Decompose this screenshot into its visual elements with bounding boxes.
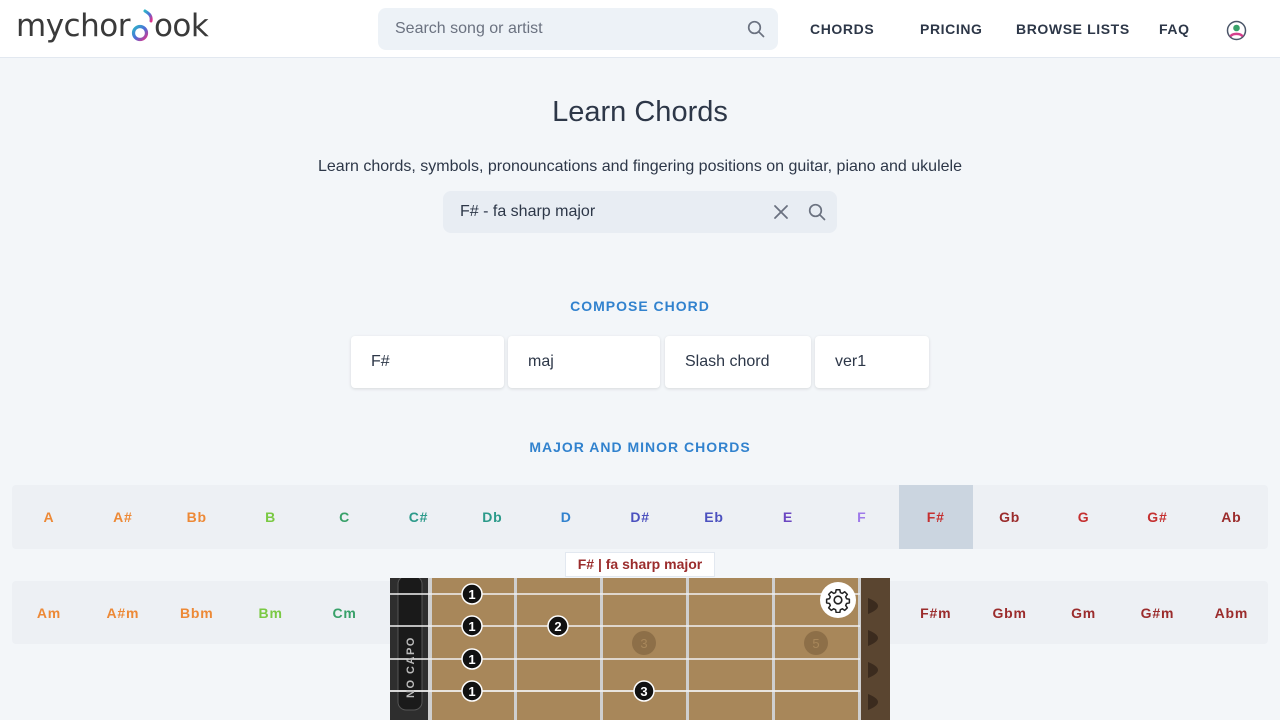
page-subtitle: Learn chords, symbols, pronouncations an…	[318, 158, 962, 175]
svg-text:3: 3	[640, 684, 647, 699]
chord-search-input[interactable]	[443, 191, 763, 233]
nav-browse-lists[interactable]: BROWSE LISTS	[1016, 21, 1130, 37]
chord-diagram: 3 5 NO CAPO 1 1 1 1 2 3	[390, 575, 890, 720]
top-search-input[interactable]	[378, 8, 738, 50]
chord-e[interactable]: E	[751, 485, 825, 549]
search-icon[interactable]	[746, 19, 766, 39]
chord-am[interactable]: Am	[12, 581, 86, 644]
chord-c[interactable]: C	[308, 485, 382, 549]
chord-search	[443, 191, 837, 233]
chord-eb[interactable]: Eb	[677, 485, 751, 549]
chord-a-sharp[interactable]: A#	[86, 485, 160, 549]
major-chords-row: A A# Bb B C C# Db D D# Eb E F F# Gb G G# Ab	[12, 485, 1268, 549]
svg-text:5: 5	[812, 636, 819, 651]
chord-ab[interactable]: Ab	[1194, 485, 1268, 549]
chord-abm[interactable]: Abm	[1194, 581, 1268, 644]
finger-dot: 2	[547, 615, 569, 637]
gear-icon[interactable]	[820, 582, 856, 618]
close-icon[interactable]	[772, 203, 790, 221]
top-search	[378, 8, 778, 50]
chord-cm[interactable]: Cm	[308, 581, 382, 644]
chord-db[interactable]: Db	[455, 485, 529, 549]
logo[interactable]: mychor ook	[16, 8, 209, 44]
svg-text:1: 1	[468, 652, 475, 667]
chord-g-sharp[interactable]: G#	[1121, 485, 1195, 549]
svg-text:1: 1	[468, 587, 475, 602]
nav-faq[interactable]: FAQ	[1159, 21, 1190, 37]
fret-marker-5: 5	[804, 631, 828, 655]
svg-text:2: 2	[554, 619, 561, 634]
slash-chord-select[interactable]: Slash chord	[665, 336, 811, 388]
chord-bm[interactable]: Bm	[234, 581, 308, 644]
finger-dot: 3	[633, 680, 655, 702]
chord-quality-select[interactable]: maj	[508, 336, 660, 388]
chord-d[interactable]: D	[529, 485, 603, 549]
logo-note-icon	[131, 9, 153, 43]
root-note-select[interactable]: F#	[351, 336, 504, 388]
chord-diagram-label: F# | fa sharp major	[565, 552, 715, 577]
chord-g-sharpm[interactable]: G#m	[1121, 581, 1195, 644]
search-icon[interactable]	[807, 202, 827, 222]
chord-f-sharp[interactable]: F#	[898, 485, 973, 549]
chord-bb[interactable]: Bb	[160, 485, 234, 549]
chord-gbm[interactable]: Gbm	[973, 581, 1047, 644]
finger-dot: 1	[461, 615, 483, 637]
chord-c-sharp[interactable]: C#	[382, 485, 456, 549]
nav-chords[interactable]: CHORDS	[810, 21, 874, 37]
capo-label: NO CAPO	[405, 636, 417, 698]
chord-f[interactable]: F	[825, 485, 899, 549]
logo-text-right: ook	[153, 8, 209, 44]
svg-text:1: 1	[468, 619, 475, 634]
chord-gb[interactable]: Gb	[973, 485, 1047, 549]
logo-text-left: mychor	[16, 8, 130, 44]
svg-text:1: 1	[468, 684, 475, 699]
user-account-icon[interactable]	[1225, 19, 1247, 41]
chord-g[interactable]: G	[1047, 485, 1121, 549]
nav-pricing[interactable]: PRICING	[920, 21, 983, 37]
fret-marker-3: 3	[632, 631, 656, 655]
header: mychor ook CHORDS PRIC	[0, 0, 1280, 58]
svg-text:3: 3	[640, 636, 647, 651]
major-minor-title: MAJOR AND MINOR CHORDS	[529, 439, 751, 455]
chord-bbm[interactable]: Bbm	[160, 581, 234, 644]
compose-chord-title: COMPOSE CHORD	[570, 298, 710, 314]
finger-dot: 1	[461, 583, 483, 605]
chord-a[interactable]: A	[12, 485, 86, 549]
finger-dot: 1	[461, 680, 483, 702]
chord-d-sharp[interactable]: D#	[603, 485, 677, 549]
page-title: Learn Chords	[552, 96, 728, 128]
chord-b[interactable]: B	[234, 485, 308, 549]
version-select[interactable]: ver1	[815, 336, 929, 388]
chord-gm[interactable]: Gm	[1047, 581, 1121, 644]
finger-dot: 1	[461, 648, 483, 670]
chord-f-sharpm[interactable]: F#m	[899, 581, 973, 644]
chord-a-sharpm[interactable]: A#m	[86, 581, 160, 644]
